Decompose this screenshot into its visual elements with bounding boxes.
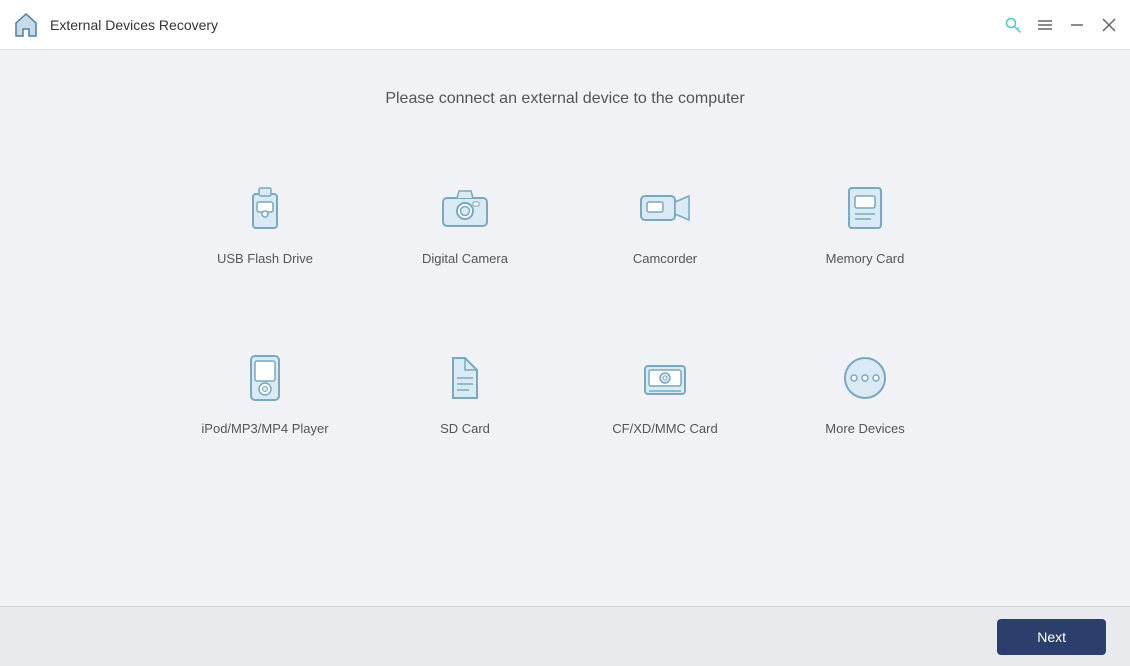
device-label-digital-camera: Digital Camera bbox=[422, 250, 508, 268]
menu-icon[interactable] bbox=[1036, 16, 1054, 34]
footer: Next bbox=[0, 606, 1130, 666]
device-item-digital-camera[interactable]: Digital Camera bbox=[385, 148, 545, 298]
page-subtitle: Please connect an external device to the… bbox=[385, 90, 744, 108]
titlebar: External Devices Recovery bbox=[0, 0, 1130, 50]
app-title: External Devices Recovery bbox=[50, 17, 1004, 33]
key-icon[interactable] bbox=[1004, 16, 1022, 34]
more-devices-icon bbox=[835, 348, 895, 408]
device-label-memory-card: Memory Card bbox=[826, 250, 905, 268]
device-item-usb-flash-drive[interactable]: USB Flash Drive bbox=[185, 148, 345, 298]
main-content: Please connect an external device to the… bbox=[0, 50, 1130, 606]
minimize-icon[interactable] bbox=[1068, 16, 1086, 34]
device-label-sd-card: SD Card bbox=[440, 420, 490, 438]
device-label-ipod-mp3-mp4: iPod/MP3/MP4 Player bbox=[201, 420, 328, 438]
app-logo-icon bbox=[12, 11, 40, 39]
device-item-cf-xd-mmc[interactable]: CF/XD/MMC Card bbox=[585, 318, 745, 468]
device-item-sd-card[interactable]: SD Card bbox=[385, 318, 545, 468]
device-item-memory-card[interactable]: Memory Card bbox=[785, 148, 945, 298]
device-item-ipod-mp3-mp4[interactable]: iPod/MP3/MP4 Player bbox=[185, 318, 345, 468]
device-item-camcorder[interactable]: Camcorder bbox=[585, 148, 745, 298]
cf-xd-mmc-icon bbox=[635, 348, 695, 408]
sd-card-icon bbox=[435, 348, 495, 408]
digital-camera-icon bbox=[435, 178, 495, 238]
close-icon[interactable] bbox=[1100, 16, 1118, 34]
device-label-camcorder: Camcorder bbox=[633, 250, 697, 268]
camcorder-icon bbox=[635, 178, 695, 238]
device-label-usb-flash-drive: USB Flash Drive bbox=[217, 250, 313, 268]
memory-card-icon bbox=[835, 178, 895, 238]
usb-flash-drive-icon bbox=[235, 178, 295, 238]
device-grid: USB Flash Drive Digital Camera bbox=[185, 148, 945, 468]
window-controls bbox=[1004, 16, 1118, 34]
device-label-cf-xd-mmc: CF/XD/MMC Card bbox=[612, 420, 717, 438]
device-label-more-devices: More Devices bbox=[825, 420, 904, 438]
device-item-more-devices[interactable]: More Devices bbox=[785, 318, 945, 468]
next-button[interactable]: Next bbox=[997, 619, 1106, 655]
ipod-icon bbox=[235, 348, 295, 408]
